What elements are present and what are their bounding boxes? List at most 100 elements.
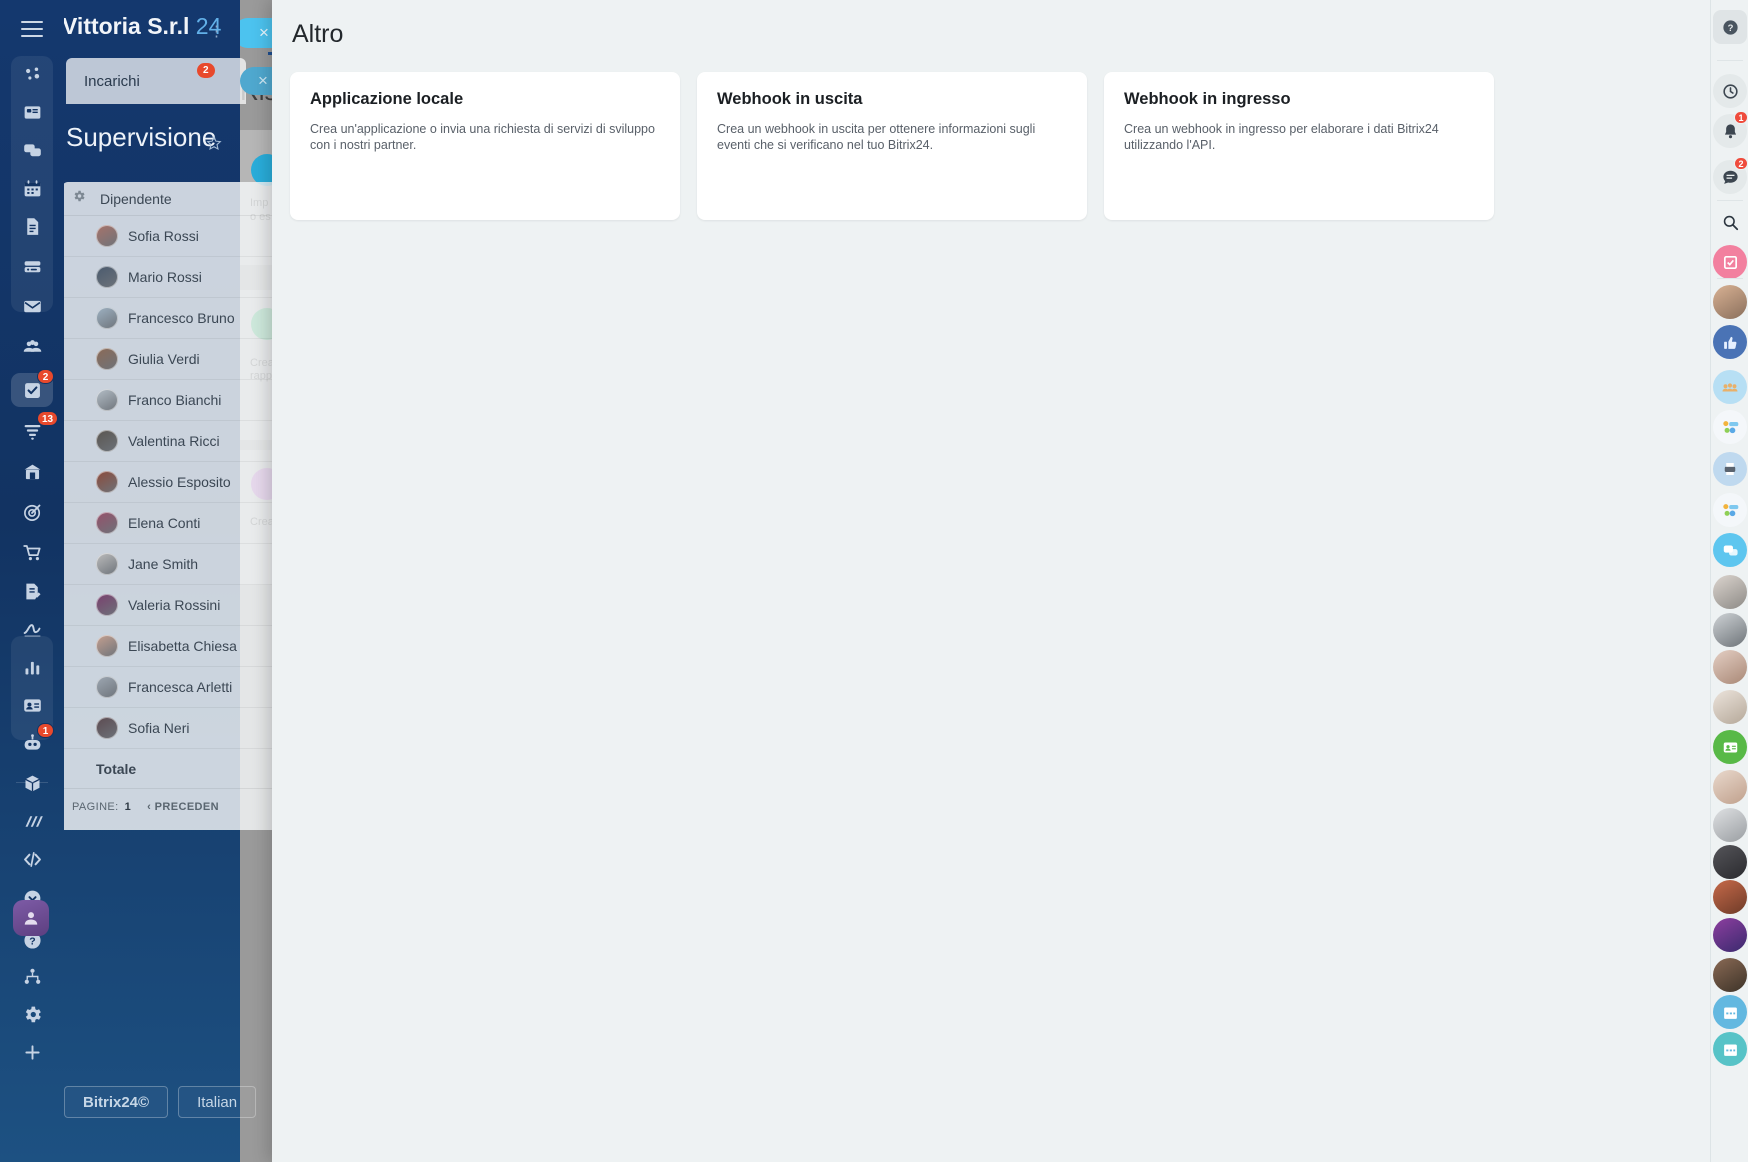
company-title: Vittoria S.r.l 24 — [62, 13, 221, 40]
table-row[interactable]: Sofia Neri — [62, 708, 284, 749]
tasks-icon[interactable]: 2 — [11, 369, 54, 407]
notifications-bell-icon[interactable]: 1 — [1713, 111, 1748, 148]
like-blue-icon[interactable] — [1713, 325, 1747, 359]
crm-contact-green-icon[interactable] — [1713, 730, 1747, 764]
contact-avatar-5[interactable] — [1713, 690, 1747, 724]
messenger-icon[interactable]: 2 — [1713, 157, 1748, 194]
tab-incarichi[interactable]: Incarichi 2 × — [66, 58, 286, 104]
calendar-teal-icon[interactable] — [1713, 1032, 1747, 1066]
calendar-blue-icon[interactable] — [1713, 995, 1747, 1029]
avatar — [96, 717, 118, 739]
table-row[interactable]: Valeria Rossini — [62, 585, 284, 626]
star-icon[interactable] — [206, 135, 222, 156]
chat-emoji-icon-2[interactable] — [1713, 493, 1747, 527]
footer-buttons: Bitrix24© Italian — [64, 1086, 257, 1118]
pager-prev-button[interactable]: ‹ PRECEDEN — [147, 801, 219, 813]
search-icon[interactable] — [1713, 205, 1747, 239]
printer-icon[interactable] — [1713, 452, 1747, 486]
divider — [1717, 60, 1743, 61]
tasks-pink-icon[interactable] — [1713, 245, 1747, 279]
calendar-icon[interactable] — [11, 172, 53, 204]
contact-avatar-10[interactable] — [1713, 918, 1747, 952]
avatar — [96, 635, 118, 657]
app-root: × Risc Imp o es Crea rapp Crea Incarichi… — [0, 0, 1748, 1162]
chat-icon[interactable] — [11, 134, 53, 166]
contact-avatar-11[interactable] — [1713, 958, 1747, 992]
employee-name: Mario Rossi — [128, 269, 202, 285]
employee-name: Elena Conti — [128, 515, 201, 531]
status-badge: 1 — [1734, 111, 1748, 124]
employees-column-header: Dipendente — [100, 190, 172, 207]
contact-avatar[interactable] — [1713, 285, 1747, 319]
left-icon-rail: 2 13 1? — [0, 0, 64, 1162]
contact-avatar-4[interactable] — [1713, 650, 1747, 684]
language-button[interactable]: Italian — [178, 1086, 257, 1118]
contact-avatar-9[interactable] — [1713, 880, 1747, 914]
groups-icon[interactable] — [11, 330, 53, 362]
employee-name: Sofia Rossi — [128, 228, 199, 244]
table-row[interactable]: Sofia Rossi — [62, 216, 284, 257]
settings-gear-icon[interactable] — [11, 998, 53, 1030]
news-feed-icon[interactable] — [11, 96, 53, 128]
company-name: Vittoria S.r.l — [62, 13, 190, 39]
team-group-icon[interactable] — [1713, 370, 1747, 404]
table-row[interactable]: Elena Conti — [62, 503, 284, 544]
integration-card[interactable]: Webhook in uscita Crea un webhook in usci… — [697, 72, 1087, 220]
sitemap-icon[interactable] — [11, 960, 53, 992]
drive-icon[interactable] — [11, 250, 53, 282]
esignature-icon[interactable] — [11, 613, 53, 645]
contact-avatar-7[interactable] — [1713, 808, 1747, 842]
marketing-target-icon[interactable] — [11, 496, 53, 528]
avatar[interactable] — [13, 900, 49, 936]
avatar — [96, 348, 118, 370]
avatar — [96, 512, 118, 534]
employee-name: Jane Smith — [128, 556, 199, 572]
speech-bubble-icon[interactable] — [1713, 533, 1747, 567]
table-row[interactable]: Valentina Ricci — [62, 421, 284, 462]
table-row[interactable]: Jane Smith — [62, 544, 284, 585]
table-row[interactable]: Giulia Verdi — [62, 339, 284, 380]
menu-burger-icon[interactable] — [21, 21, 43, 37]
chat-emoji-icon[interactable] — [1713, 410, 1747, 444]
documents-icon[interactable] — [11, 210, 53, 242]
employee-name: Valeria Rossini — [128, 597, 221, 613]
mail-icon[interactable] — [11, 290, 53, 322]
contact-avatar-8[interactable] — [1713, 845, 1747, 879]
sign-document-icon[interactable] — [11, 575, 53, 607]
table-row[interactable]: Alessio Esposito — [62, 462, 284, 503]
shop-cart-icon[interactable] — [11, 536, 53, 568]
contact-avatar-3[interactable] — [1713, 613, 1747, 647]
bitrix24-brand-button[interactable]: Bitrix24© — [64, 1086, 169, 1118]
integration-card[interactable]: Webhook in ingresso Crea un webhook in in… — [1104, 72, 1494, 220]
help-icon[interactable]: ? — [1713, 10, 1747, 44]
integration-card-title: Webhook in ingresso — [1124, 90, 1291, 108]
network-icon[interactable] — [11, 58, 53, 90]
contact-avatar-6[interactable] — [1713, 770, 1747, 804]
automation-icon[interactable] — [11, 805, 53, 837]
company-icon[interactable] — [11, 456, 53, 488]
table-row[interactable]: Elisabetta Chiesa — [62, 626, 284, 667]
employee-name: Francesco Bruno — [128, 310, 235, 326]
table-row[interactable]: Mario Rossi — [62, 257, 284, 298]
bot-icon[interactable]: 1 — [11, 723, 54, 759]
table-row[interactable]: Francesco Bruno — [62, 298, 284, 339]
avatar — [96, 471, 118, 493]
contact-avatar-2[interactable] — [1713, 575, 1747, 609]
integration-card[interactable]: Applicazione locale Crea un'applicazione … — [290, 72, 680, 220]
add-plus-icon[interactable] — [11, 1036, 53, 1068]
table-row[interactable]: Franco Bianchi — [62, 380, 284, 421]
status-badge: 2 — [1734, 157, 1748, 170]
avatar — [96, 266, 118, 288]
tab-incarichi-label: Incarichi — [84, 72, 140, 90]
status-badge: 1 — [37, 723, 54, 738]
developer-code-icon[interactable] — [11, 843, 53, 875]
market-box-icon[interactable] — [11, 767, 53, 799]
recent-history-icon[interactable] — [1713, 74, 1747, 108]
title-menu-dots-icon[interactable]: ⋮ — [209, 22, 225, 40]
status-badge: 2 — [37, 369, 54, 384]
gear-icon[interactable] — [72, 189, 86, 208]
contact-card-icon[interactable] — [11, 689, 53, 721]
crm-funnel-icon[interactable]: 13 — [11, 411, 59, 447]
table-row[interactable]: Francesca Arletti — [62, 667, 284, 708]
analytics-bars-icon[interactable] — [11, 651, 53, 683]
